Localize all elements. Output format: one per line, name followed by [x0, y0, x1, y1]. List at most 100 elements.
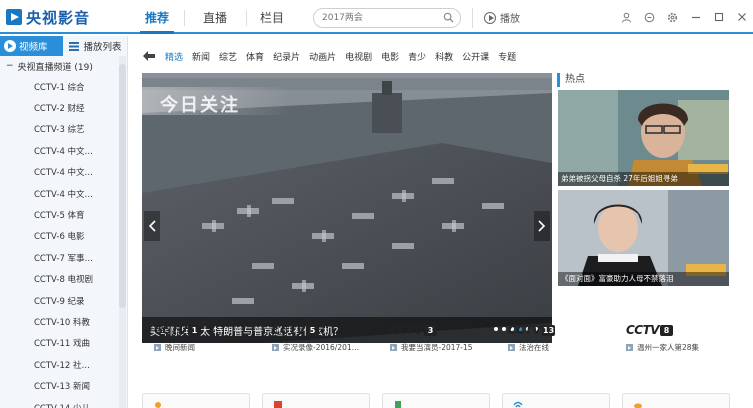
sidebar-channel-item[interactable]: CCTV-11 戏曲 [0, 333, 127, 354]
sidebar-channel-item[interactable]: CCTV-4 中文… [0, 162, 127, 183]
category-documentary[interactable]: 纪录片 [273, 50, 300, 63]
bottom-card[interactable] [622, 393, 730, 408]
search-icon[interactable] [443, 12, 454, 23]
play-button[interactable]: 播放 [484, 10, 520, 25]
live-show-title: 晚间新闻 [165, 343, 195, 352]
cctv-channel-number: 5 [306, 324, 320, 336]
user-icon[interactable] [615, 9, 638, 25]
cctv-logo-text: CCTV [154, 323, 188, 337]
tab-columns[interactable]: 栏目 [255, 6, 289, 34]
list-icon [69, 41, 80, 51]
sidebar-channel-item[interactable]: CCTV-3 综艺 [0, 119, 127, 140]
tab-video-library[interactable]: 视频库 [0, 36, 64, 56]
live-show-title: 法治在线 [519, 343, 549, 352]
live-channel-card[interactable]: CCTV 3 我要当演员-2017-15 [378, 319, 496, 359]
scrollbar-thumb[interactable] [119, 64, 126, 308]
minimize-icon[interactable] [684, 9, 707, 25]
cctv-channel-number: 1 [188, 324, 202, 336]
sidebar-channel-item[interactable]: CCTV-5 体育 [0, 204, 127, 225]
close-icon[interactable] [730, 9, 753, 25]
app-logo[interactable]: 央视影音 [6, 6, 90, 28]
sidebar-channel-item[interactable]: CCTV-7 军事… [0, 247, 127, 268]
tab-live[interactable]: 直播 [198, 6, 232, 34]
category-open-course[interactable]: 公开课 [462, 50, 489, 63]
bottom-card[interactable] [142, 393, 250, 408]
live-channel-card[interactable]: CCTV 8 温州一家人第28集 [614, 319, 732, 359]
top-bar: 央视影音 推荐 直播 栏目 播放 [0, 0, 753, 34]
play-icon [272, 344, 279, 351]
tab-playlist-label: 播放列表 [83, 42, 122, 53]
category-featured[interactable]: 精选 [165, 50, 183, 63]
bottom-cards [142, 393, 752, 408]
chevron-left-icon [148, 220, 156, 232]
hot-caption: 《面对面》富豪助力人母不禁落泪 [558, 272, 729, 286]
bottom-card[interactable] [502, 393, 610, 408]
live-show-title: 我要当演员-2017-15 [401, 343, 473, 352]
search-input[interactable] [314, 9, 432, 27]
live-show: 实况录像-2016/201… [272, 342, 359, 353]
settings-icon[interactable] [661, 9, 684, 25]
category-sports[interactable]: 体育 [246, 50, 264, 63]
hot-title: 热点 [557, 73, 729, 87]
tab-playlist[interactable]: 播放列表 [63, 36, 127, 56]
category-youth[interactable]: 青少 [408, 50, 426, 63]
channel-group-header[interactable]: − 央视直播频道 (19) [0, 56, 127, 76]
sidebar-channel-item[interactable]: CCTV-14 少儿 [0, 397, 127, 408]
sidebar-channel-item[interactable]: CCTV-6 电影 [0, 226, 127, 247]
hot-caption: 弟弟被拐父母自杀 27年后姐姐寻弟 [558, 172, 729, 186]
search-box [313, 8, 461, 28]
tab-video-library-label: 视频库 [19, 42, 48, 53]
live-show-title: 实况录像-2016/201… [283, 343, 360, 352]
live-show-title: 温州一家人第28集 [637, 343, 700, 352]
sidebar-scrollbar[interactable] [119, 56, 126, 408]
sidebar-channel-item[interactable]: CCTV-4 中文… [0, 183, 127, 204]
category-movies[interactable]: 电影 [381, 50, 399, 63]
play-icon [626, 344, 633, 351]
sidebar-channel-item[interactable]: CCTV-9 纪录 [0, 290, 127, 311]
hot-item[interactable]: 弟弟被拐父母自杀 27年后姐姐寻弟 [558, 90, 729, 186]
sidebar-channel-item[interactable]: CCTV-4 中文… [0, 140, 127, 161]
flag-icon [274, 401, 282, 408]
tab-recommend[interactable]: 推荐 [140, 6, 174, 34]
category-news[interactable]: 新闻 [192, 50, 210, 63]
category-animation[interactable]: 动画片 [309, 50, 336, 63]
hot-item[interactable]: 《面对面》富豪助力人母不禁落泪 [558, 190, 729, 286]
bottom-card[interactable] [382, 393, 490, 408]
live-channel-card[interactable]: CCTV 13 法治在线 [496, 319, 614, 359]
category-tv-drama[interactable]: 电视剧 [345, 50, 372, 63]
carousel-prev-button[interactable] [144, 211, 160, 241]
live-show: 法治在线 [508, 342, 549, 353]
sidebar-channel-item[interactable]: CCTV-10 科教 [0, 311, 127, 332]
sidebar-channel-item[interactable]: CCTV-1 综合 [0, 76, 127, 97]
hot-panel: 热点 弟弟被拐父母自杀 27年后姐姐寻弟 《面对面》富豪助力人母不禁落泪 [557, 73, 729, 343]
sidebar-channel-item[interactable]: CCTV-2 财经 [0, 97, 127, 118]
carousel-next-button[interactable] [534, 211, 550, 241]
category-science[interactable]: 科教 [435, 50, 453, 63]
message-icon[interactable] [638, 9, 661, 25]
cloud-icon [634, 403, 642, 408]
cctv-channel-number: 13 [542, 324, 556, 336]
sidebar-channel-item[interactable]: CCTV-12 社… [0, 354, 127, 375]
back-arrow-icon[interactable] [143, 49, 157, 63]
cctv-logo: CCTV 13 [508, 323, 556, 337]
featured-carousel[interactable]: 今日关注 美军陈兵亚太 特朗普与普京通话有何玄机？ [142, 73, 552, 343]
category-nav: 精选 新闻 综艺 体育 纪录片 动画片 电视剧 电影 青少 科教 公开课 专题 [129, 48, 525, 64]
play-icon [390, 344, 397, 351]
collapse-icon[interactable]: − [6, 61, 14, 71]
sidebar-channel-item[interactable]: CCTV-13 新闻 [0, 375, 127, 396]
sun-icon [155, 402, 161, 408]
bottom-card[interactable] [262, 393, 370, 408]
play-icon [484, 11, 496, 24]
category-variety[interactable]: 综艺 [219, 50, 237, 63]
cctv-channel-number: 3 [424, 324, 438, 336]
sidebar: 视频库 播放列表 − 央视直播频道 (19) CCTV-1 综合 CCTV-2 … [0, 36, 128, 408]
play-label: 播放 [500, 14, 520, 25]
maximize-icon[interactable] [707, 9, 730, 25]
live-channel-card[interactable]: CCTV 5 实况录像-2016/201… [260, 319, 378, 359]
cctv-logo: CCTV 8 [626, 323, 674, 337]
category-special[interactable]: 专题 [498, 50, 516, 63]
book-icon [395, 401, 401, 408]
live-channel-card[interactable]: CCTV 1 晚间新闻 [142, 319, 260, 359]
sidebar-channel-item[interactable]: CCTV-8 电视剧 [0, 269, 127, 290]
channel-list: CCTV-1 综合 CCTV-2 财经 CCTV-3 综艺 CCTV-4 中文…… [0, 76, 127, 408]
